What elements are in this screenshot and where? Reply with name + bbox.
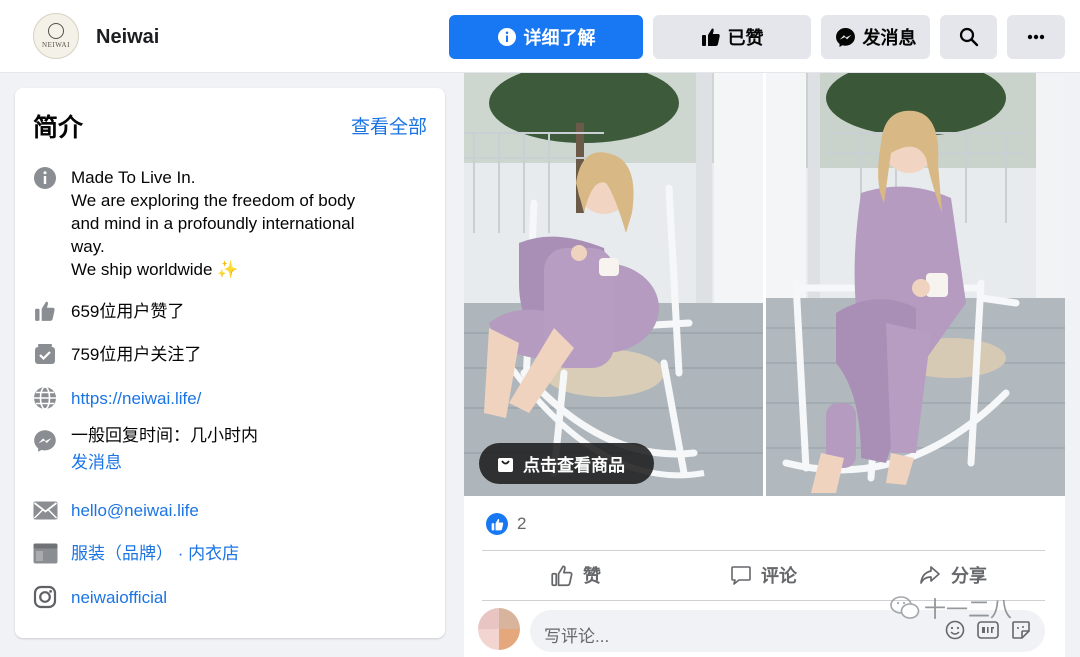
search-button[interactable] — [940, 15, 997, 59]
category-icon — [32, 540, 58, 566]
like-button[interactable]: 赞 — [550, 560, 601, 590]
response-time: 一般回复时间：几小时内 — [71, 426, 258, 445]
message-label: 发消息 — [862, 28, 917, 48]
followers-count: 759位用户关注了 — [71, 345, 202, 364]
sticker-icon[interactable] — [1011, 620, 1031, 640]
category-link[interactable]: 服装（品牌） · 内衣店 — [71, 542, 239, 565]
reaction-count: 2 — [517, 514, 527, 533]
porch-photo-illustration — [464, 73, 763, 496]
comment-button[interactable]: 评论 — [730, 560, 797, 590]
bio-text: Made To Live In. We are exploring the fr… — [71, 166, 355, 281]
share-label: 分享 — [951, 566, 987, 586]
post-photo[interactable] — [766, 73, 1065, 496]
comment-label: 评论 — [761, 566, 797, 586]
bio-line: Made To Live In. — [71, 168, 196, 187]
followers-icon — [32, 341, 58, 367]
email-link[interactable]: hello@neiwai.life — [71, 499, 199, 522]
learn-more-button[interactable]: 详细了解 — [449, 15, 643, 59]
bio-line: We are exploring the freedom of body — [71, 191, 356, 210]
bio-line: way. — [71, 237, 105, 256]
wechat-watermark: 十一二八 — [890, 592, 1012, 624]
shopping-bag-icon — [497, 455, 514, 473]
intro-card: 简介 查看全部 Made To Live In. We are explorin… — [15, 88, 445, 638]
shop-products-label: 点击查看商品 — [523, 456, 625, 475]
comment-bubble-icon — [730, 564, 752, 586]
logo-mark-icon — [48, 23, 64, 39]
info-icon — [32, 165, 58, 191]
instagram-link[interactable]: neiwaiofficial — [71, 586, 167, 609]
messenger-icon — [835, 27, 856, 48]
learn-more-label: 详细了解 — [523, 28, 596, 48]
shop-products-button[interactable]: 点击查看商品 — [479, 443, 654, 484]
porch-photo-illustration — [766, 73, 1065, 496]
reactions-summary[interactable]: 2 — [486, 513, 526, 535]
website-link[interactable]: https://neiwai.life/ — [71, 387, 201, 410]
watermark-text: 十一二八 — [924, 597, 1013, 622]
thumbs-up-icon — [32, 298, 58, 324]
ellipsis-icon — [1027, 34, 1045, 40]
post-card: 点击查看商品 2 赞 评论 分享 写评论... — [464, 73, 1065, 657]
share-arrow-icon — [918, 564, 942, 586]
bio-line: and mind in a profoundly international — [71, 214, 355, 233]
post-photo[interactable]: 点击查看商品 — [464, 73, 763, 496]
info-icon — [497, 27, 517, 47]
envelope-icon — [32, 497, 58, 523]
likes-count: 659位用户赞了 — [71, 302, 185, 321]
send-message-link[interactable]: 发消息 — [71, 451, 122, 474]
globe-icon — [32, 385, 58, 411]
thumbs-up-outline-icon — [550, 564, 574, 587]
bio-line: We ship worldwide ✨ — [71, 260, 239, 279]
messenger-icon — [32, 428, 58, 454]
user-avatar[interactable] — [478, 608, 520, 650]
more-options-button[interactable] — [1007, 15, 1065, 59]
comment-placeholder: 写评论... — [544, 627, 610, 646]
instagram-icon — [32, 584, 58, 610]
thumbs-up-icon — [701, 27, 721, 47]
share-button[interactable]: 分享 — [918, 560, 987, 590]
intro-title: 简介 — [33, 114, 84, 142]
divider — [482, 550, 1045, 551]
like-label: 赞 — [583, 566, 601, 586]
search-icon — [959, 27, 979, 47]
liked-button[interactable]: 已赞 — [653, 15, 811, 59]
page-name[interactable]: Neiwai — [96, 26, 159, 49]
logo-wordmark: NEIWAI — [42, 41, 70, 49]
message-button[interactable]: 发消息 — [821, 15, 930, 59]
like-reaction-icon — [486, 513, 508, 535]
see-all-link[interactable]: 查看全部 — [351, 112, 427, 139]
liked-label: 已赞 — [727, 28, 764, 48]
page-header: NEIWAI Neiwai 详细了解 已赞 发消息 — [0, 0, 1080, 73]
wechat-icon — [890, 595, 920, 621]
page-avatar[interactable]: NEIWAI — [33, 13, 79, 59]
